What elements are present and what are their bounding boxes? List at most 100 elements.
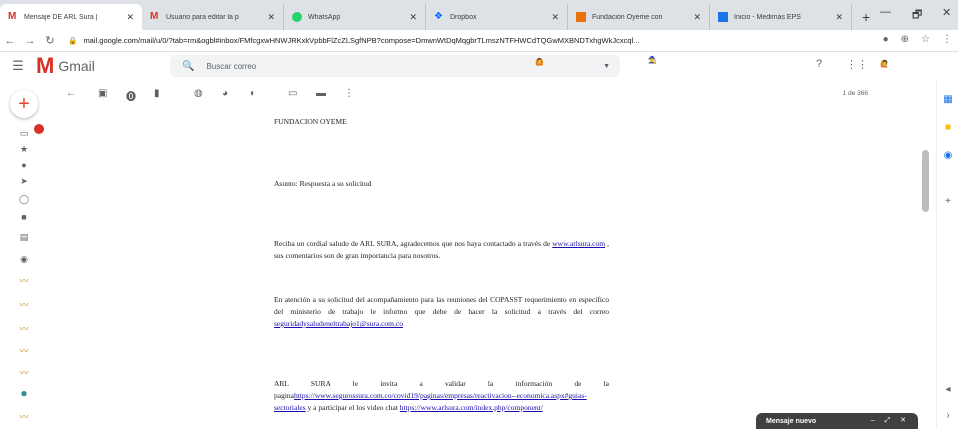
menu-kebab-icon[interactable]: ⋮	[942, 34, 952, 45]
left-rail: + ▭ ★ ● ➤ ◯ ■ ▤ ◉ 〰 〰 〰 〰 〰 ● 〰	[0, 80, 48, 429]
more-options-icon[interactable]: ⋮	[344, 88, 354, 99]
compose-window-controls[interactable]: – ⤢ ✕	[871, 416, 910, 425]
move-to-icon[interactable]: ▭	[288, 88, 297, 99]
close-icon[interactable]: ✕	[693, 12, 701, 23]
hangouts-avatar-icon[interactable]: 〰	[16, 274, 32, 287]
tab-title: WhatsApp	[308, 13, 341, 21]
url-text: mail.google.com/mail/u/0/?tab=rm&ogbl#in…	[83, 36, 640, 45]
close-window-button[interactable]: ✕	[942, 6, 951, 19]
tab-dropbox[interactable]: ❖ Dropbox ✕	[426, 4, 568, 30]
add-to-tasks-icon[interactable]: ◐	[250, 88, 256, 99]
zoom-icon[interactable]: ⊕	[901, 34, 909, 45]
gmail-logo[interactable]: M Gmail	[36, 55, 95, 77]
address-bar: ← → ↻ 🔒 mail.google.com/mail/u/0/?tab=rm…	[0, 30, 958, 52]
tab-title: Fundación Óyeme con	[592, 13, 663, 21]
email-link[interactable]: seguridadysaludeneltrabajo1@sura.com.co	[274, 319, 403, 328]
whatsapp-icon	[292, 12, 302, 22]
lock-icon: 🔒	[68, 36, 78, 45]
tab-title: Mensaje DE ARL Sura |	[24, 13, 98, 21]
more-icon[interactable]: ▤	[16, 232, 32, 243]
tab-medimas[interactable]: Inicio - Medimás EPS ✕	[710, 4, 852, 30]
scrollbar-thumb[interactable]	[922, 150, 929, 212]
report-spam-icon[interactable]: ⓿	[126, 88, 136, 103]
help-icon[interactable]: ?	[816, 58, 822, 70]
browser-tab-strip: M Mensaje DE ARL Sura | ✕ M Usuario para…	[0, 0, 958, 30]
search-input[interactable]: 🔍 Buscar correo ▼	[170, 55, 620, 77]
compose-title: Mensaje nuevo	[766, 417, 817, 425]
decorative-figure-icon: 🙆	[535, 59, 544, 66]
search-placeholder: Buscar correo	[206, 61, 257, 71]
compose-button[interactable]: +	[10, 90, 38, 118]
paragraph-request: En atención a su solicitud del acompañam…	[274, 294, 609, 330]
restore-button[interactable]: 🗗	[912, 6, 922, 25]
delete-icon[interactable]: ▮	[154, 88, 160, 99]
snoozed-icon[interactable]: ●	[16, 160, 32, 170]
search-icon[interactable]: 🔍	[182, 61, 194, 72]
extension-icon[interactable]: ●	[883, 34, 889, 45]
forward-arrow-icon[interactable]: →	[20, 35, 40, 47]
snooze-icon[interactable]: ◕	[222, 88, 228, 99]
expand-panel-icon[interactable]: ›	[937, 410, 958, 421]
org-name: FUNDACION OYEME	[274, 117, 347, 126]
search-options-icon[interactable]: ▼	[603, 63, 610, 70]
tab-title: Dropbox	[450, 13, 477, 21]
sent-icon[interactable]: ➤	[16, 176, 32, 187]
paragraph-invite: ARL SURA le invita a validar la informac…	[274, 378, 609, 414]
tab-fundacion-oyeme[interactable]: Fundación Óyeme con ✕	[568, 4, 710, 30]
close-icon[interactable]: ✕	[551, 12, 559, 23]
gmail-icon: M	[150, 11, 159, 22]
side-panel: ▦ ■ ◉ + ◂ ›	[936, 80, 958, 429]
hide-panel-icon[interactable]: ◂	[937, 384, 958, 395]
tab-whatsapp[interactable]: WhatsApp ✕	[284, 4, 426, 30]
decorative-figure-icon: 🙋	[880, 61, 889, 68]
drafts-icon[interactable]: ◯	[16, 194, 32, 205]
para-text: En atención a su solicitud del acompañam…	[274, 295, 609, 316]
starred-icon[interactable]: ★	[16, 144, 32, 155]
tab-mensaje-arl-sura[interactable]: M Mensaje DE ARL Sura | ✕	[0, 4, 142, 30]
unread-badge	[34, 124, 44, 134]
back-arrow-icon[interactable]: ←	[0, 35, 20, 47]
archive-icon[interactable]: ▣	[98, 88, 107, 99]
arlsura-video-link[interactable]: https://www.arlsura.com/index.php/compon…	[400, 403, 543, 412]
hangouts-avatar-icon[interactable]: 〰	[16, 366, 32, 379]
gmail-icon: M	[8, 11, 17, 22]
apps-grid-icon[interactable]: ⋮⋮	[846, 58, 868, 71]
reload-icon[interactable]: ↻	[40, 34, 60, 47]
back-arrow-icon[interactable]: ←	[66, 88, 76, 99]
tasks-icon[interactable]: ◉	[937, 150, 958, 161]
hangouts-avatar-icon[interactable]: 〰	[16, 344, 32, 357]
tab-usuario-editar[interactable]: M Usuario para editar la p ✕	[142, 4, 284, 30]
message-toolbar: ← ▣ ⓿ ▮ ◍ ◕ ◐ ▭ ▬ ⋮ 1 de 366	[48, 86, 928, 106]
keep-icon[interactable]: ■	[937, 122, 958, 133]
hangouts-avatar-icon[interactable]: 〰	[16, 322, 32, 335]
mark-unread-icon[interactable]: ◍	[194, 88, 203, 99]
close-icon[interactable]: ✕	[409, 12, 417, 23]
minimize-button[interactable]: —	[880, 6, 891, 18]
para-text: y a participar el los video chat	[305, 403, 400, 412]
close-icon[interactable]: ✕	[126, 12, 134, 23]
labels-icon[interactable]: ▬	[316, 88, 326, 99]
fundacion-icon	[576, 12, 586, 22]
main-menu-icon[interactable]: ☰	[0, 58, 36, 74]
contact-avatar-icon[interactable]: ●	[16, 386, 32, 400]
labels-icon[interactable]: ■	[16, 212, 32, 222]
gmail-wordmark: Gmail	[58, 58, 95, 74]
compose-minimized-bar[interactable]: Mensaje nuevo – ⤢ ✕	[756, 413, 918, 429]
medimas-icon	[718, 12, 728, 22]
close-icon[interactable]: ✕	[835, 12, 843, 23]
paragraph-greeting: Reciba un cordial saludo de ARL SURA, ag…	[274, 238, 609, 262]
inbox-icon[interactable]: ▭	[16, 128, 32, 139]
close-icon[interactable]: ✕	[267, 12, 275, 23]
calendar-icon[interactable]: ▦	[937, 94, 958, 105]
hangouts-avatar-icon[interactable]: 〰	[16, 298, 32, 311]
new-tab-button[interactable]: +	[862, 9, 870, 25]
hangouts-avatar-icon[interactable]: 〰	[16, 410, 32, 423]
get-addons-icon[interactable]: +	[937, 196, 958, 207]
tab-title: Usuario para editar la p	[166, 13, 239, 21]
meet-icon[interactable]: ◉	[16, 254, 32, 265]
dropbox-icon: ❖	[434, 11, 443, 22]
arlsura-link[interactable]: www.arlsura.com	[552, 239, 605, 248]
url-field[interactable]: 🔒 mail.google.com/mail/u/0/?tab=rm&ogbl#…	[68, 36, 828, 45]
para-text: Reciba un cordial saludo de ARL SURA, ag…	[274, 239, 553, 248]
star-icon[interactable]: ☆	[921, 34, 930, 45]
